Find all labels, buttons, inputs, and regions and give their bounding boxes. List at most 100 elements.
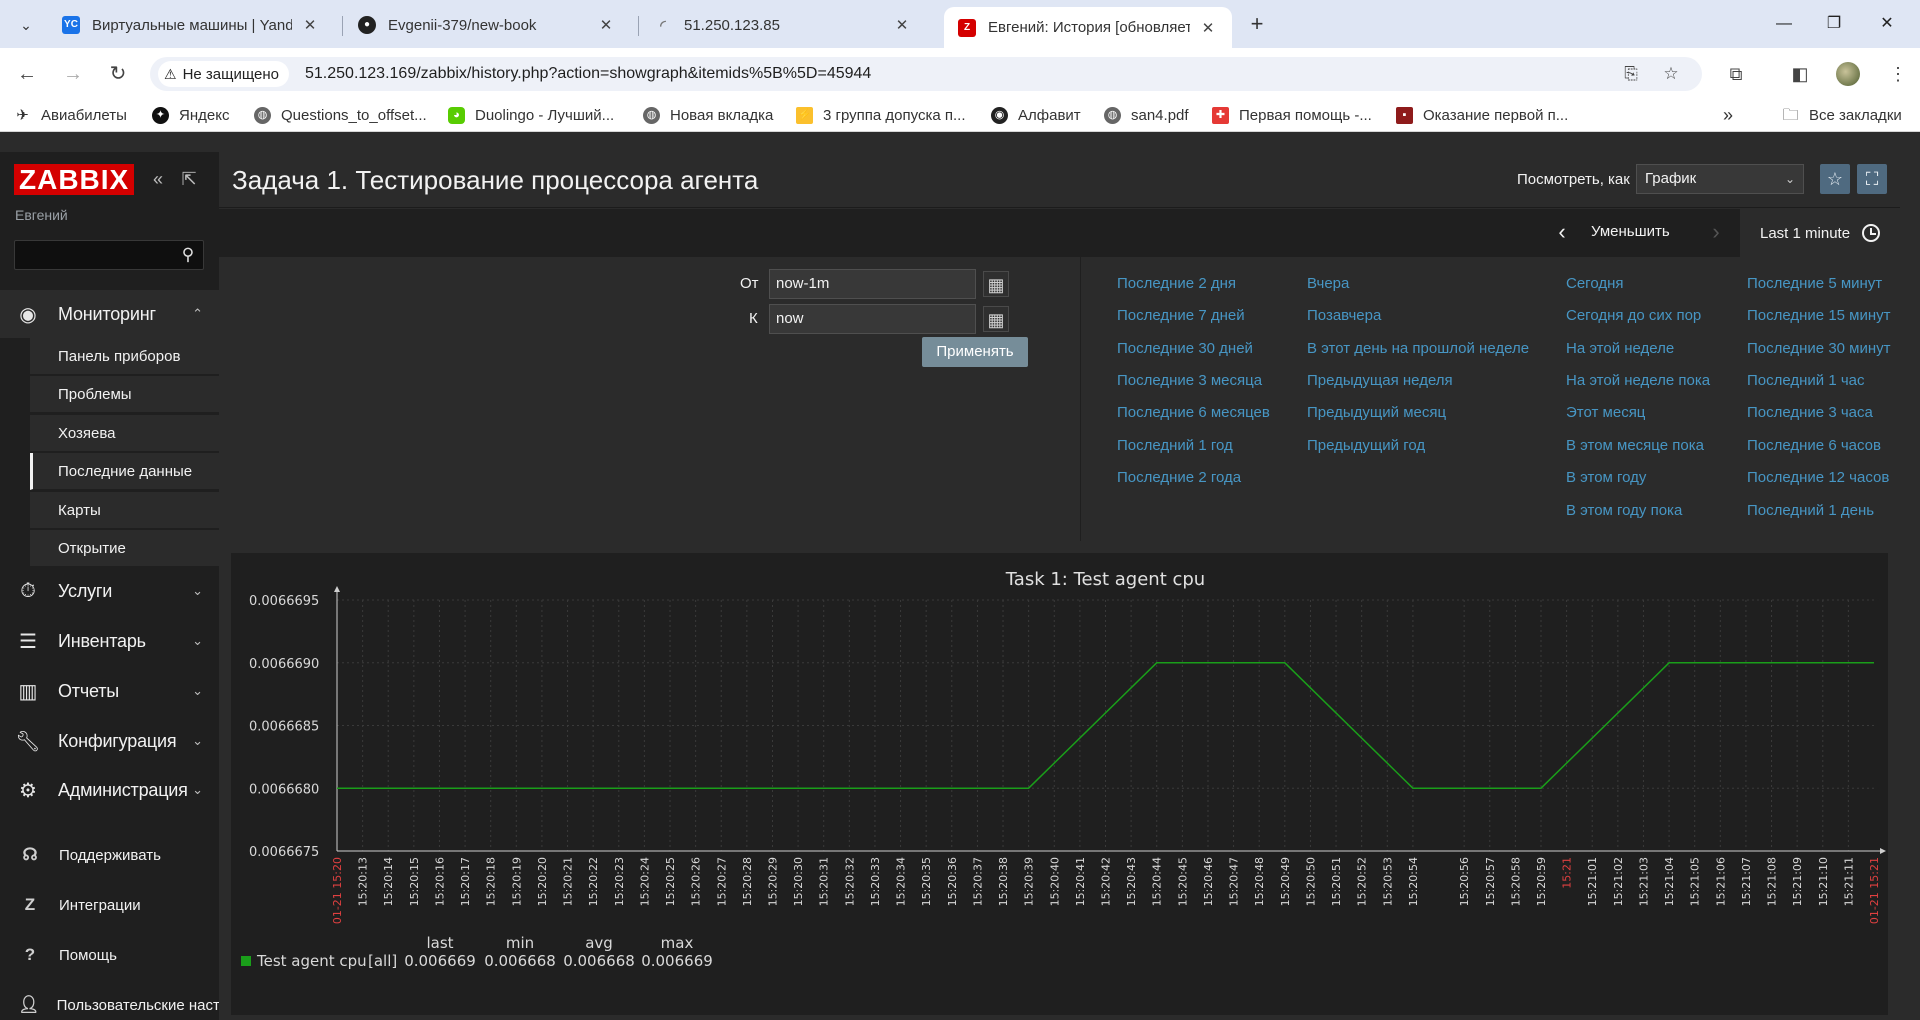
reload-icon[interactable]: ↻ xyxy=(103,59,133,89)
view-as-select[interactable]: График ⌄ xyxy=(1636,164,1804,194)
bookmark-item[interactable]: ✈ Авиабилеты xyxy=(14,105,127,125)
quick-range-link[interactable]: Последние 2 дня xyxy=(1117,275,1236,292)
window-close-icon[interactable]: ✕ xyxy=(1864,8,1910,40)
quick-range-link[interactable]: Последние 15 минут xyxy=(1747,307,1891,324)
bookmark-item[interactable]: ⚡ 3 группа допуска п... xyxy=(796,105,966,125)
quick-range-link[interactable]: Последние 7 дней xyxy=(1117,307,1245,324)
browser-tab-zabbix-active[interactable]: Z Евгений: История [обновляется ✕ xyxy=(944,7,1232,48)
quick-range-link[interactable]: Последние 12 часов xyxy=(1747,469,1889,486)
quick-range-link[interactable]: Последние 5 минут xyxy=(1747,275,1882,292)
zabbix-sidebar: ZABBIX « ⇱ Евгений ⚲ ◉ Мониторинг ⌃ Пане… xyxy=(0,152,220,1020)
menu-configuration[interactable]: 🔧︎ Конфигурация ⌄ xyxy=(0,717,219,765)
submenu-discovery[interactable]: Открытие xyxy=(30,530,219,567)
menu-help[interactable]: ? Помощь xyxy=(0,935,219,975)
sidebar-search-input[interactable]: ⚲ xyxy=(14,240,204,270)
menu-monitoring[interactable]: ◉ Мониторинг ⌃ xyxy=(0,290,219,338)
zoom-out-button[interactable]: Уменьшить xyxy=(1591,223,1670,240)
quick-range-link[interactable]: Последний 1 день xyxy=(1747,502,1874,519)
time-back-chevron-icon[interactable]: ‹ xyxy=(1548,219,1576,247)
quick-range-link[interactable]: Последние 30 дней xyxy=(1117,340,1253,357)
quick-range-link[interactable]: Последние 6 часов xyxy=(1747,437,1881,454)
new-tab-plus-icon[interactable]: + xyxy=(1243,11,1271,39)
side-panel-icon[interactable]: ◧ xyxy=(1786,60,1814,88)
bookmarks-overflow-chevron-icon[interactable]: » xyxy=(1723,105,1733,125)
quick-range-link[interactable]: Вчера xyxy=(1307,275,1349,292)
quick-range-link[interactable]: Последние 2 года xyxy=(1117,469,1241,486)
favourite-star-button[interactable]: ☆ xyxy=(1820,164,1850,194)
apply-button[interactable]: Применять xyxy=(922,337,1028,367)
bookmark-item[interactable]: ▪ Оказание первой п... xyxy=(1396,105,1568,125)
calendar-icon[interactable]: ▦ xyxy=(983,306,1009,332)
browser-menu-icon[interactable]: ⋮ xyxy=(1884,60,1912,88)
restore-icon[interactable]: ❐ xyxy=(1811,8,1857,40)
tab-close-icon[interactable]: ✕ xyxy=(892,16,912,34)
tab-close-icon[interactable]: ✕ xyxy=(596,16,616,34)
extensions-puzzle-icon[interactable]: ⧉ xyxy=(1722,60,1750,88)
quick-range-link[interactable]: Сегодня xyxy=(1566,275,1624,292)
bookmark-item[interactable]: ◕ Duolingo - Лучший... xyxy=(448,105,614,125)
menu-integrations[interactable]: Z Интеграции xyxy=(0,885,219,925)
quick-range-link[interactable]: Сегодня до сих пор xyxy=(1566,307,1701,324)
menu-administration[interactable]: ⚙ Администрация ⌄ xyxy=(0,766,219,814)
fullscreen-button[interactable]: ⛶ xyxy=(1857,164,1887,194)
quick-range-link[interactable]: На этой неделе пока xyxy=(1566,372,1710,389)
quick-range-link[interactable]: Последний 1 час xyxy=(1747,372,1865,389)
collapse-sidebar-icon[interactable]: « xyxy=(147,168,169,190)
quick-range-link[interactable]: На этой неделе xyxy=(1566,340,1674,357)
menu-services[interactable]: ⏱ Услуги ⌄ xyxy=(0,567,219,615)
zabbix-logo[interactable]: ZABBIX xyxy=(14,164,135,195)
browser-tab-yandex[interactable]: YC Виртуальные машины | Yandex ✕ xyxy=(48,7,334,43)
menu-reports[interactable]: ▥ Отчеты ⌄ xyxy=(0,667,219,715)
quick-range-link[interactable]: Последние 3 часа xyxy=(1747,404,1873,421)
submenu-maps[interactable]: Карты xyxy=(30,492,219,529)
menu-support[interactable]: ☊ Поддерживать xyxy=(0,835,219,875)
time-range-tab[interactable]: Last 1 minute xyxy=(1740,209,1900,257)
submenu-dashboard[interactable]: Панель приборов xyxy=(30,338,219,375)
bookmark-item[interactable]: ◉ Алфавит xyxy=(991,105,1081,125)
quick-range-link[interactable]: Последний 1 год xyxy=(1117,437,1233,454)
tab-search-chevron-down-icon[interactable]: ⌄ xyxy=(12,11,40,39)
time-forward-chevron-icon[interactable]: › xyxy=(1702,219,1730,247)
submenu-latest-data[interactable]: Последние данные xyxy=(30,453,219,490)
quick-range-link[interactable]: Последние 6 месяцев xyxy=(1117,404,1270,421)
bookmark-item[interactable]: ◍ Questions_to_offset... xyxy=(254,105,427,125)
profile-avatar[interactable] xyxy=(1836,62,1860,86)
menu-inventory[interactable]: ☰ Инвентарь ⌄ xyxy=(0,617,219,665)
browser-tab-ip[interactable]: ◜ 51.250.123.85 ✕ xyxy=(640,7,926,43)
quick-range-link[interactable]: В этом месяце пока xyxy=(1566,437,1704,454)
bookmark-item[interactable]: ✚ Первая помощь -... xyxy=(1212,105,1372,125)
to-input[interactable]: now xyxy=(769,304,976,334)
quick-range-link[interactable]: В этом году пока xyxy=(1566,502,1682,519)
bookmark-star-icon[interactable]: ☆ xyxy=(1660,63,1682,85)
menu-user-settings[interactable]: 👤︎ Пользовательские наст xyxy=(0,985,220,1020)
quick-range-link[interactable]: Последние 30 минут xyxy=(1747,340,1891,357)
back-arrow-icon[interactable]: ← xyxy=(12,59,42,89)
search-icon[interactable]: ⚲ xyxy=(177,244,199,266)
translate-icon[interactable]: ⎘ xyxy=(1620,63,1642,85)
quick-range-link[interactable]: Последние 3 месяца xyxy=(1117,372,1262,389)
submenu-hosts[interactable]: Хозяева xyxy=(30,415,219,452)
bookmark-item[interactable]: ✦ Яндекс xyxy=(152,105,229,125)
from-input[interactable]: now-1m xyxy=(769,269,976,299)
address-bar[interactable]: ⚠ Не защищено 51.250.123.169/zabbix/hist… xyxy=(150,57,1702,91)
bookmark-item[interactable]: ◍ Новая вкладка xyxy=(643,105,773,125)
quick-range-link[interactable]: Предыдущий месяц xyxy=(1307,404,1446,421)
submenu-problems[interactable]: Проблемы xyxy=(30,376,219,413)
url-text[interactable]: 51.250.123.169/zabbix/history.php?action… xyxy=(305,65,871,83)
quick-range-link[interactable]: В этот день на прошлой неделе xyxy=(1307,340,1529,357)
forward-arrow-icon[interactable]: → xyxy=(58,59,88,89)
all-bookmarks-button[interactable]: 🗀 Все закладки xyxy=(1782,105,1901,125)
kiosk-mode-icon[interactable]: ⇱ xyxy=(178,168,200,190)
tab-close-icon[interactable]: ✕ xyxy=(300,16,320,34)
quick-range-link[interactable]: Предыдущий год xyxy=(1307,437,1425,454)
quick-range-link[interactable]: Этот месяц xyxy=(1566,404,1645,421)
security-chip[interactable]: ⚠ Не защищено xyxy=(158,61,289,87)
calendar-icon[interactable]: ▦ xyxy=(983,271,1009,297)
browser-tab-github[interactable]: ● Evgenii-379/new-book ✕ xyxy=(344,7,630,43)
quick-range-link[interactable]: Позавчера xyxy=(1307,307,1381,324)
bookmark-item[interactable]: ◍ san4.pdf xyxy=(1104,105,1189,125)
quick-range-link[interactable]: В этом году xyxy=(1566,469,1646,486)
tab-close-icon[interactable]: ✕ xyxy=(1198,19,1218,37)
minimize-icon[interactable]: — xyxy=(1761,8,1807,40)
quick-range-link[interactable]: Предыдущая неделя xyxy=(1307,372,1453,389)
